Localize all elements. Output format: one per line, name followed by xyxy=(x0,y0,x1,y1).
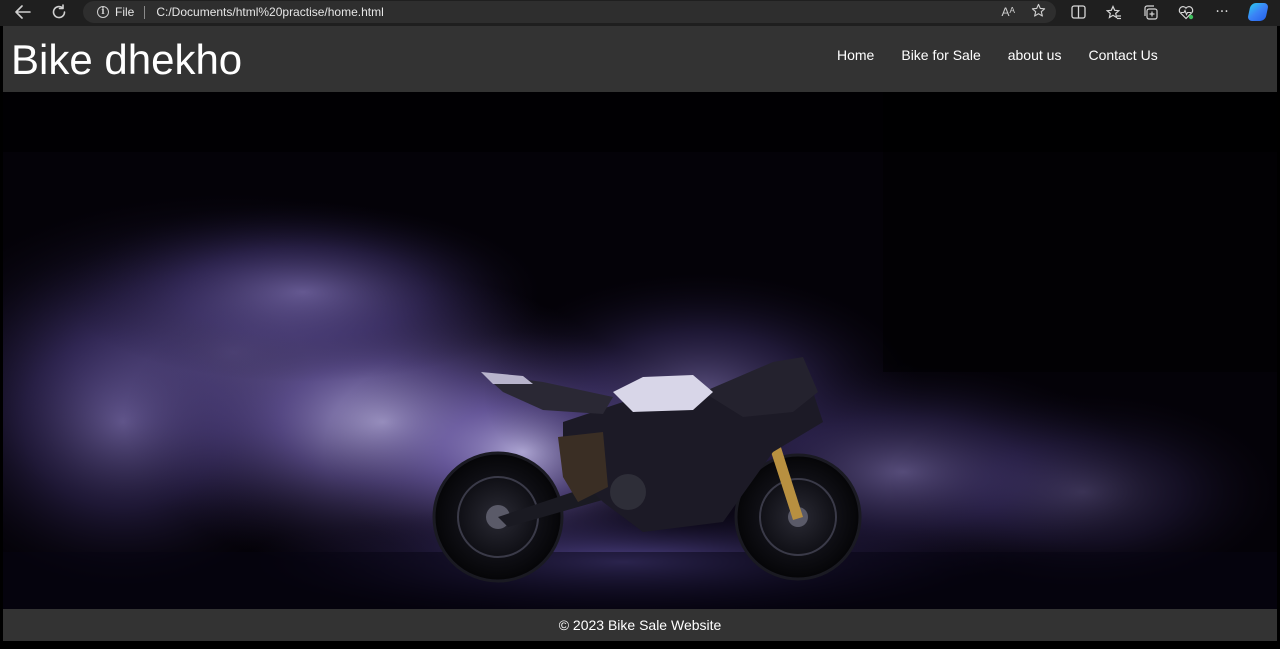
motorcycle-in-purple-smoke xyxy=(3,92,1277,609)
site-header: Bike dhekho Home Bike for Sale about us … xyxy=(3,26,1277,92)
file-label: File xyxy=(115,5,135,19)
copilot-icon[interactable] xyxy=(1246,0,1270,24)
back-arrow-icon[interactable] xyxy=(11,0,35,24)
nav-contact-us-link[interactable]: Contact Us xyxy=(1088,46,1157,64)
refresh-icon[interactable] xyxy=(47,0,71,24)
nav-about-us-link[interactable]: about us xyxy=(1008,46,1062,64)
hero-image xyxy=(3,92,1277,609)
info-icon[interactable]: i xyxy=(97,6,109,18)
nav-home-link[interactable]: Home xyxy=(837,46,874,64)
url-text[interactable]: C:/Documents/html%20practise/home.html xyxy=(156,5,383,19)
favorites-icon[interactable] xyxy=(1102,0,1126,24)
collections-icon[interactable] xyxy=(1138,0,1162,24)
footer-copyright: © 2023 Bike Sale Website xyxy=(558,617,722,633)
star-icon[interactable] xyxy=(1031,3,1046,21)
site-nav: Home Bike for Sale about us Contact Us xyxy=(837,46,1185,64)
nav-bike-for-sale-link[interactable]: Bike for Sale xyxy=(901,46,980,64)
split-screen-icon[interactable] xyxy=(1066,0,1090,24)
site-footer: © 2023 Bike Sale Website xyxy=(3,609,1277,641)
browser-toolbar: i File C:/Documents/html%20practise/home… xyxy=(0,0,1280,24)
browser-right-toolbar: ··· xyxy=(1066,0,1270,24)
web-page: Bike dhekho Home Bike for Sale about us … xyxy=(0,26,1280,649)
address-separator xyxy=(144,5,146,19)
address-bar[interactable]: i File C:/Documents/html%20practise/home… xyxy=(83,1,1056,23)
more-icon[interactable]: ··· xyxy=(1210,0,1234,24)
browser-essentials-icon[interactable] xyxy=(1174,0,1198,24)
site-title: Bike dhekho xyxy=(11,36,243,83)
read-aloud-icon[interactable]: Aᴬ xyxy=(1002,5,1015,19)
